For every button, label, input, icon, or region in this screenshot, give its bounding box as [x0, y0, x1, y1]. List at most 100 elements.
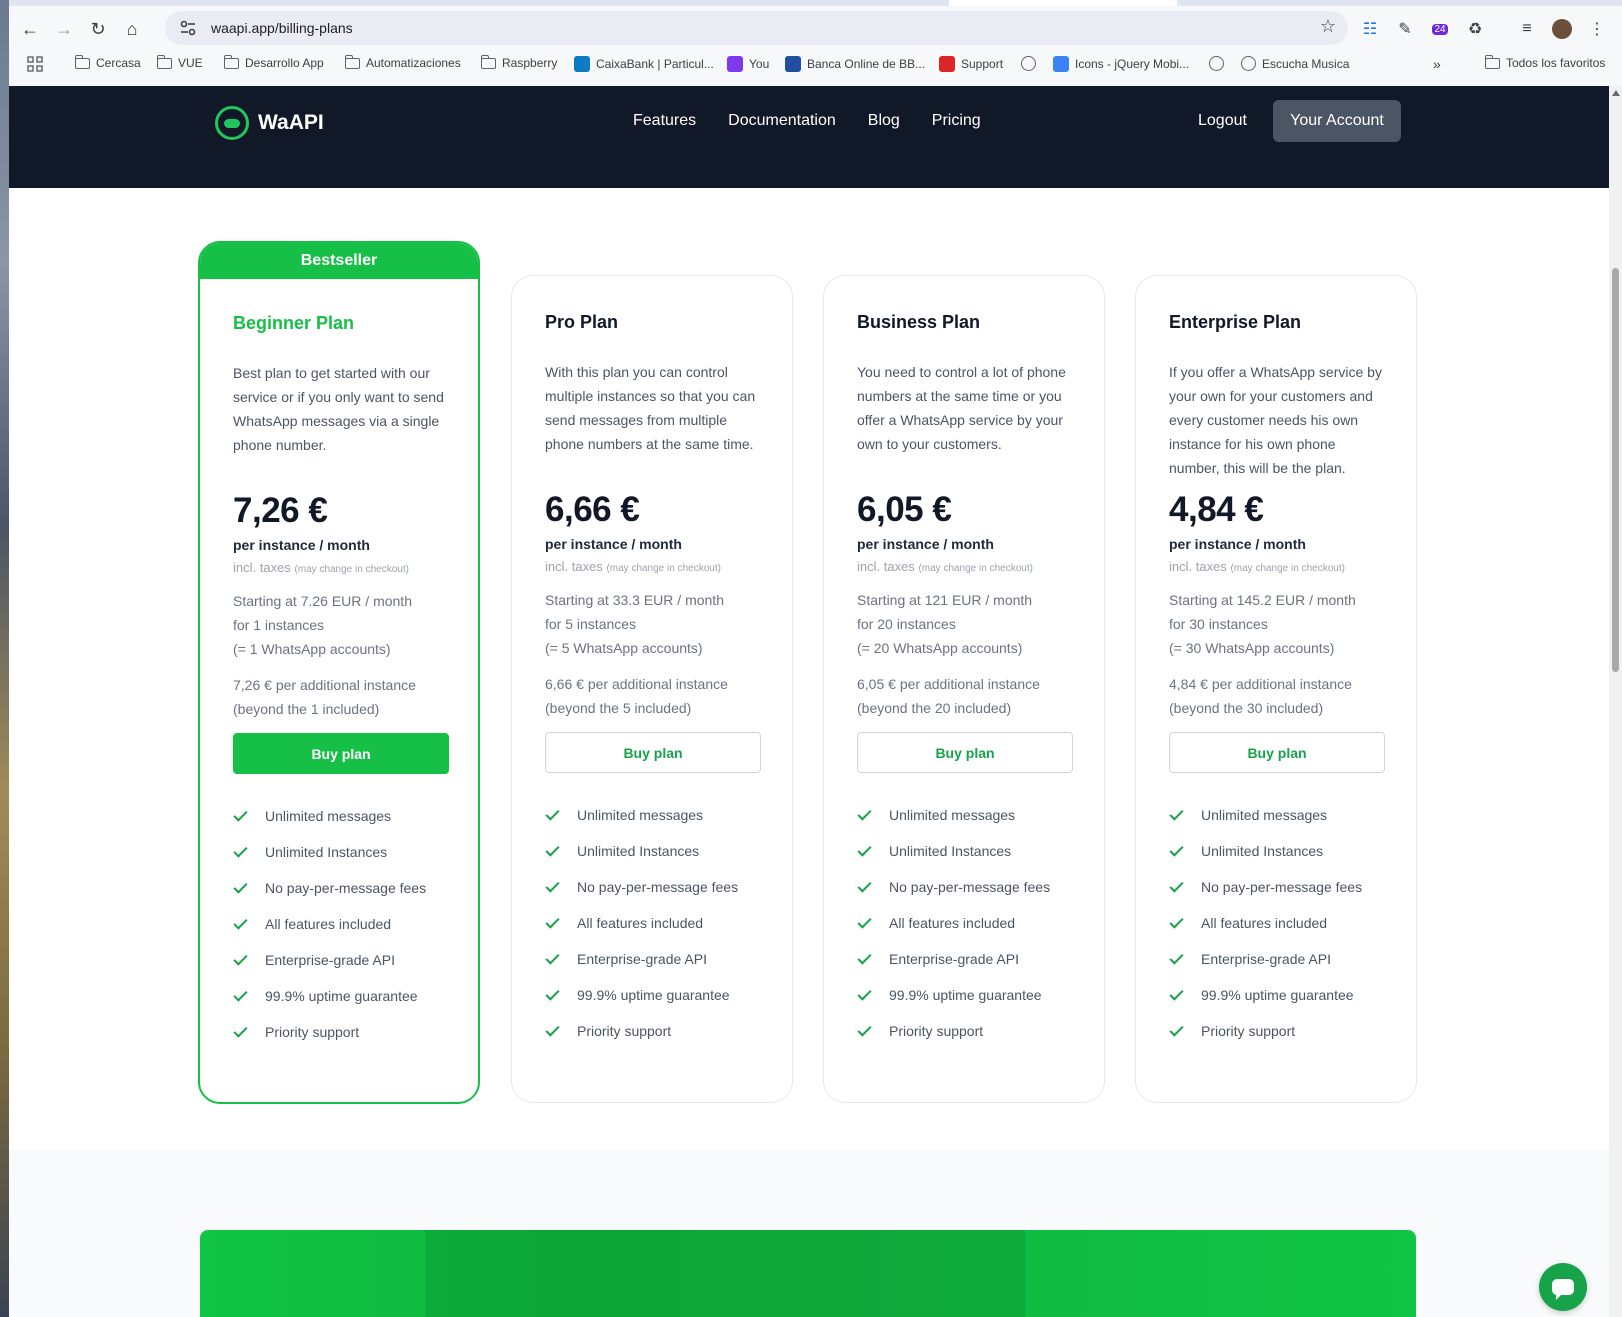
feature-item: Unlimited Instances	[233, 834, 445, 870]
support-logo-icon	[939, 56, 955, 72]
price-unit: per instance / month	[233, 537, 370, 553]
bookmark-globe-1[interactable]	[1021, 56, 1036, 71]
extension-badge-icon[interactable]: 24	[1427, 16, 1453, 42]
buy-plan-button[interactable]: Buy plan	[545, 732, 761, 773]
check-icon	[857, 951, 873, 967]
address-bar[interactable]: waapi.app/billing-plans ☆	[165, 11, 1348, 45]
bookmark-cercasa[interactable]: Cercasa	[74, 54, 141, 70]
folder-icon	[223, 54, 239, 69]
feature-item: Unlimited Instances	[857, 833, 1071, 869]
nav-features[interactable]: Features	[633, 112, 696, 130]
check-icon	[545, 951, 561, 967]
feature-item: Enterprise-grade API	[857, 941, 1071, 977]
logo-text: WaAPI	[258, 111, 324, 134]
nav-blog[interactable]: Blog	[868, 112, 900, 130]
bookmark-escucha-musica[interactable]: Escucha Musica	[1241, 56, 1349, 71]
your-account-button[interactable]: Your Account	[1273, 100, 1401, 142]
check-icon	[545, 807, 561, 823]
feature-item: 99.9% uptime guarantee	[545, 977, 759, 1013]
reading-list-icon[interactable]: ≡	[1514, 16, 1540, 42]
feature-list: Unlimited messages Unlimited Instances N…	[233, 798, 445, 1050]
reload-icon[interactable]: ↻	[83, 14, 113, 44]
profile-avatar[interactable]	[1549, 16, 1575, 42]
check-icon	[857, 807, 873, 823]
check-icon	[1169, 951, 1185, 967]
feature-item: No pay-per-message fees	[1169, 869, 1383, 905]
check-icon	[1169, 987, 1185, 1003]
check-icon	[233, 808, 249, 824]
apps-grid-icon[interactable]	[27, 56, 43, 72]
bbva-logo-icon	[785, 56, 801, 72]
live-chat-button[interactable]	[1539, 1263, 1587, 1311]
additional-instance-price: 6,05 € per additional instance (beyond th…	[857, 676, 1040, 716]
browser-toolbar: ← → ↻ ⌂ waapi.app/billing-plans ☆ ☷ ✎ 24…	[9, 8, 1622, 48]
site-logo[interactable]: WaAPI	[215, 106, 324, 140]
check-icon	[545, 915, 561, 931]
check-icon	[545, 1023, 561, 1039]
bookmark-icons-jquery[interactable]: Icons - jQuery Mobi...	[1053, 56, 1189, 72]
promo-banner-image	[200, 1230, 1416, 1317]
extension-badge-count: 24	[1432, 23, 1448, 35]
starting-price: Starting at 121 EUR / month for 20 instan…	[857, 592, 1033, 656]
chat-bubble-icon	[1552, 1279, 1574, 1300]
caixabank-star-icon	[574, 56, 590, 72]
more-bookmarks-chevron-icon[interactable]: »	[1433, 56, 1441, 72]
logout-link[interactable]: Logout	[1198, 112, 1247, 130]
check-icon	[1169, 1023, 1185, 1039]
price-unit: per instance / month	[545, 536, 682, 552]
bookmark-caixabank[interactable]: CaixaBank | Particul...	[574, 56, 714, 72]
buy-plan-button[interactable]: Buy plan	[857, 732, 1073, 773]
nav-documentation[interactable]: Documentation	[728, 112, 836, 130]
feature-list: Unlimited messages Unlimited Instances N…	[857, 797, 1071, 1049]
bookmark-bbva[interactable]: Banca Online de BB...	[785, 56, 925, 72]
bookmark-label: Icons - jQuery Mobi...	[1075, 57, 1190, 71]
bookmark-you[interactable]: You	[727, 56, 769, 72]
eyedropper-icon[interactable]: ✎	[1392, 16, 1418, 42]
menu-kebab-icon[interactable]: ⋮	[1584, 16, 1610, 42]
scroll-thumb[interactable]	[1612, 268, 1619, 672]
check-icon	[233, 1024, 249, 1040]
extensions-puzzle-icon[interactable]: ♻	[1462, 16, 1488, 42]
home-icon[interactable]: ⌂	[117, 14, 147, 44]
url-text[interactable]: waapi.app/billing-plans	[211, 20, 353, 36]
feature-item: Unlimited messages	[545, 797, 759, 833]
bookmark-vue[interactable]: VUE	[156, 54, 203, 70]
active-tab[interactable]	[949, 0, 1177, 6]
plan-name: Pro Plan	[545, 312, 619, 332]
check-icon	[1169, 843, 1185, 859]
taxes-note: incl. taxes (may change in checkout)	[545, 559, 721, 574]
bookmark-support[interactable]: Support	[939, 56, 1003, 72]
plan-card-business: Business Plan You need to control a lot …	[823, 275, 1105, 1103]
nav-pricing[interactable]: Pricing	[932, 112, 981, 130]
bookmark-globe-2[interactable]	[1209, 56, 1224, 71]
feature-item: Priority support	[233, 1014, 445, 1050]
buy-plan-button[interactable]: Buy plan	[1169, 732, 1385, 773]
forward-icon[interactable]: →	[49, 14, 79, 44]
bookmark-raspberry[interactable]: Raspberry	[480, 54, 557, 70]
feature-item: No pay-per-message fees	[545, 869, 759, 905]
bookmark-star-icon[interactable]: ☆	[1320, 16, 1336, 37]
bookmarks-bar: Cercasa VUE Desarrollo App Automatizacio…	[9, 52, 1622, 78]
bookmark-all-favorites[interactable]: Todos los favoritos	[1484, 54, 1605, 70]
check-icon	[857, 1023, 873, 1039]
site-settings-icon[interactable]	[179, 19, 197, 37]
page-scrollbar[interactable]	[1609, 86, 1622, 1317]
back-icon[interactable]: ←	[15, 14, 45, 44]
feature-item: 99.9% uptime guarantee	[233, 978, 445, 1014]
buy-plan-button[interactable]: Buy plan	[233, 733, 449, 774]
bookmark-label: VUE	[178, 56, 203, 70]
bookmark-label: Escucha Musica	[1262, 56, 1350, 71]
scroll-up-arrow-icon[interactable]	[1612, 90, 1620, 96]
bookmark-label: Cercasa	[96, 56, 141, 70]
bookmark-label: Automatizaciones	[366, 56, 461, 70]
folder-icon	[1484, 54, 1500, 69]
translate-icon[interactable]: ☷	[1357, 16, 1383, 42]
bookmark-desarrollo-app[interactable]: Desarrollo App	[223, 54, 324, 70]
feature-item: Priority support	[545, 1013, 759, 1049]
plan-name: Enterprise Plan	[1169, 312, 1302, 332]
bookmark-automatizaciones[interactable]: Automatizaciones	[344, 54, 461, 70]
folder-icon	[74, 54, 90, 69]
plan-card-beginner: Bestseller Beginner Plan Best plan to ge…	[198, 241, 480, 1104]
site-header: WaAPI Features Documentation Blog Pricin…	[9, 86, 1609, 188]
feature-item: 99.9% uptime guarantee	[857, 977, 1071, 1013]
